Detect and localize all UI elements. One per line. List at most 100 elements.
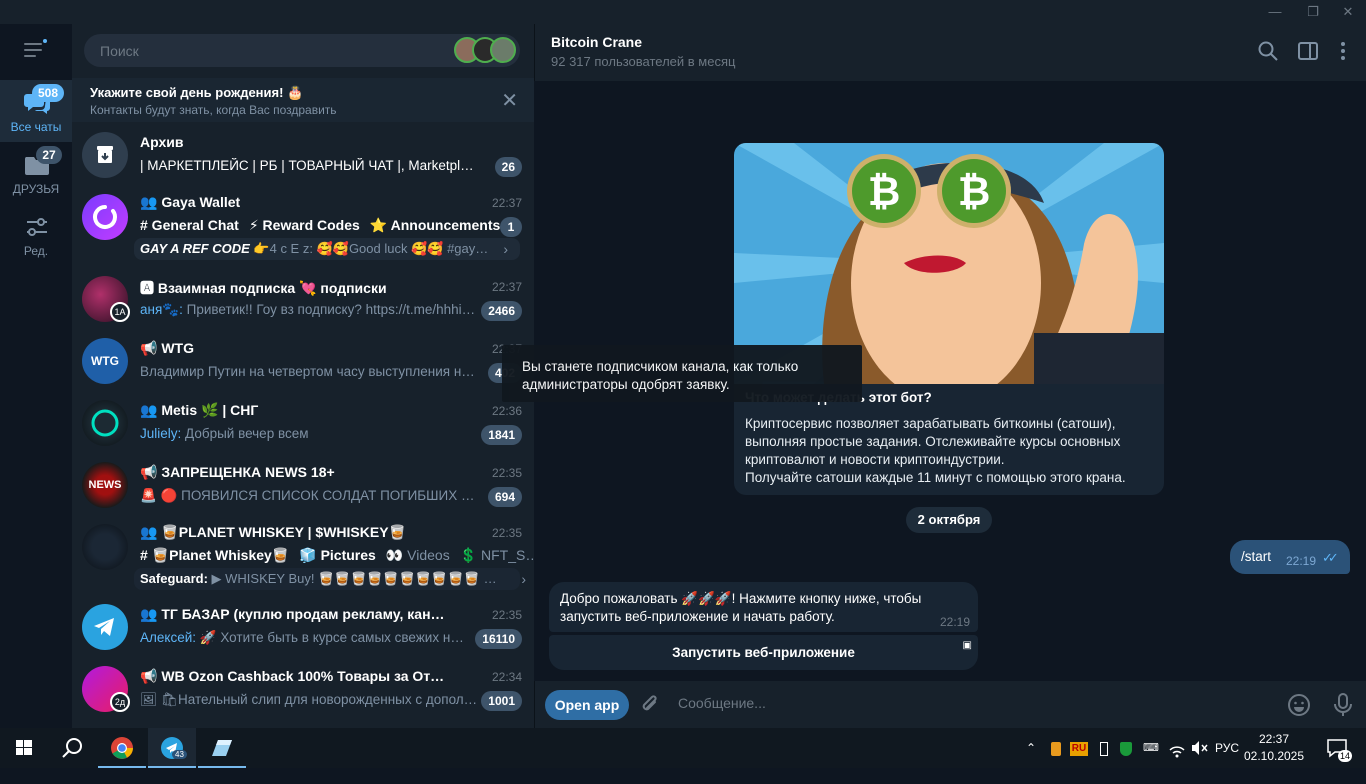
sliders-icon (27, 218, 47, 236)
folder-edit[interactable]: Ред. (0, 204, 72, 266)
chat-time: 22:35 (491, 466, 522, 480)
topic-list: # General Chat ⚡ Reward Codes ⭐ Announceme… (140, 217, 510, 234)
windows-start-icon[interactable] (0, 728, 48, 768)
folder-friends[interactable]: 27 ДРУЗЬЯ (0, 142, 72, 204)
tray-app-icon[interactable] (1046, 728, 1066, 768)
telegram-badge: 43 (172, 750, 187, 759)
folder-badge: 508 (32, 84, 65, 102)
search-icon[interactable] (1257, 40, 1279, 62)
chat-row-tg-bazar[interactable]: 👥 ТГ БАЗАР (куплю продам рекламу, канал,… (72, 596, 534, 658)
incoming-message[interactable]: Добро пожаловать 🚀🚀🚀! Нажмите кнопку ниж… (549, 582, 978, 632)
unread-badge: 26 (494, 157, 522, 177)
topic-list: # 🥃Planet Whiskey🥃 🧊 Pictures 👀 Videos 💲 NF… (140, 547, 534, 564)
folder-badge: 27 (36, 146, 62, 164)
chat-preview: 👉4 c E z: 🥰🥰Good luck 🥰🥰 #gay… (253, 241, 489, 256)
topic: ⚡ Reward Codes (248, 217, 360, 233)
bot-card-description: Криптосервис позволяет зарабатывать битк… (745, 416, 1126, 485)
notifications-icon[interactable]: 14 (1318, 728, 1358, 768)
paperclip-icon[interactable] (639, 693, 661, 717)
chat-list: Поиск Укажите свой день рождения! 🎂 Конт… (72, 24, 534, 728)
outgoing-message[interactable]: /start 22:19 ✓✓ (1230, 540, 1350, 574)
chat-row-metis[interactable]: 👥 Metis 🌿 | СНГ 22:36 Juliely: Добрый ве… (72, 392, 534, 454)
chat-name: 👥 Gaya Wallet (140, 194, 241, 210)
chat-preview-line: Алексей: 🚀 Хотите быть в курсе самых све… (140, 630, 470, 646)
chat-row-archive[interactable]: Архив | МАРКЕТПЛЕЙС | РБ | ТОВАРНЫЙ ЧАТ … (72, 124, 534, 186)
chat-time: 22:35 (491, 526, 522, 540)
sender-name: Алексей: (140, 630, 196, 645)
microphone-icon[interactable] (1332, 692, 1354, 718)
chat-time: 22:37 (491, 280, 522, 294)
unread-badge: 16110 (475, 629, 522, 649)
search-bar[interactable]: Поиск (84, 34, 520, 67)
sidebar-toggle-icon[interactable] (1297, 40, 1319, 62)
chat-row-wtg[interactable]: WTG 📢 WTG 22:37 Владимир Путин на четвер… (72, 330, 534, 392)
unread-badge: 694 (487, 487, 522, 507)
clock-time: 22:37 (1258, 732, 1290, 746)
chat-row-wb-ozon[interactable]: 2д 📢 WB Ozon Cashback 100% Товары за Отз… (72, 658, 534, 720)
forum-badge-icon: 2д (110, 692, 130, 712)
more-vertical-icon[interactable] (1332, 40, 1354, 62)
compose-bar: Open app (534, 681, 1366, 728)
birthday-subtitle: Контакты будут знать, когда Вас поздрави… (90, 103, 337, 117)
close-icon[interactable]: ✕ (501, 88, 518, 113)
chrome-icon[interactable] (98, 728, 146, 768)
volume-muted-icon[interactable] (1188, 728, 1210, 768)
chevron-up-icon[interactable]: ⌃ (1020, 728, 1042, 768)
chat-time: 22:37 (491, 196, 522, 210)
chat-avatar (82, 400, 128, 446)
close-button[interactable]: ✕ (1325, 0, 1366, 24)
chat-header[interactable]: Bitcoin Crane 92 317 пользователей в мес… (534, 24, 1366, 81)
preview-bold: GAY A REF CODE (140, 241, 250, 256)
stories-avatars[interactable] (454, 37, 516, 63)
button-label: Запустить веб-приложение (672, 645, 855, 660)
search-icon[interactable] (48, 728, 96, 768)
story-avatar[interactable] (490, 37, 516, 63)
chat-preview: 🚨 🔴 ПОЯВИЛСЯ СПИСОК СОЛДАТ ПОГИБШИХ В СП… (140, 488, 480, 503)
chat-row-mutual-sub[interactable]: 1A 🅰 Взаимная подписка 💘 подписки 22:37 … (72, 268, 534, 330)
shield-icon[interactable] (1116, 728, 1136, 768)
chat-name: 📢 WB Ozon Cashback 100% Товары за Отзыв … (140, 668, 450, 684)
chat-preview: Владимир Путин на четвертом часу выступл… (140, 364, 480, 379)
folder-all-chats[interactable]: 508 Все чаты (0, 80, 72, 142)
folder-label: Все чаты (10, 120, 62, 134)
message-input[interactable] (678, 695, 1278, 711)
telegram-taskbar-icon[interactable]: 43 (148, 728, 196, 768)
chat-row-planet-whiskey[interactable]: 👥 🥃PLANET WHISKEY | $WHISKEY🥃 22:35 # 🥃P… (72, 516, 534, 596)
archive-icon (82, 132, 128, 178)
chat-row-zapreshenka[interactable]: NEWS 📢 ЗАПРЕЩЕНКА NEWS 18+ 22:35 🚨 🔴 ПОЯ… (72, 454, 534, 516)
chat-title: Bitcoin Crane (551, 34, 643, 50)
wifi-icon[interactable] (1166, 728, 1188, 768)
message-text: /start (1241, 549, 1272, 564)
launch-webapp-button[interactable]: Запустить веб-приложение ▣ (549, 635, 978, 670)
topic-preview[interactable]: GAY A REF CODE 👉4 c E z: 🥰🥰Good luck 🥰🥰 … (134, 238, 520, 260)
windows-taskbar: 43 ⌃ RU ⌨ РУС 22:37 02.10.2025 14 (0, 728, 1366, 768)
topic: # General Chat (140, 217, 239, 233)
telegram-window: — ❐ ✕ 508 Все чаты 27 ДРУЗЬЯ Ред. Поиск (0, 0, 1366, 728)
input-language[interactable]: РУС (1212, 728, 1242, 768)
chat-time: 22:34 (491, 670, 522, 684)
svg-text:₿: ₿ (958, 170, 991, 214)
message-time: 22:19 (939, 615, 970, 629)
chevron-right-icon: › (521, 571, 526, 587)
birthday-banner[interactable]: Укажите свой день рождения! 🎂 Контакты б… (72, 78, 534, 122)
chat-row-gaya-wallet[interactable]: 👥 Gaya Wallet 22:37 # General Chat ⚡ Rewa… (72, 186, 534, 266)
chat-avatar: NEWS (82, 462, 128, 508)
emoji-icon[interactable] (1287, 693, 1311, 717)
keyboard-icon[interactable]: ⌨ (1140, 728, 1162, 768)
system-clock[interactable]: 22:37 02.10.2025 (1240, 731, 1308, 765)
language-tray-icon[interactable]: RU (1068, 728, 1090, 768)
topic-preview[interactable]: Safeguard: ▶ WHISKEY Buy! 🥃🥃🥃🥃🥃🥃🥃🥃🥃🥃 … (134, 568, 520, 590)
open-app-button[interactable]: Open app (545, 690, 629, 720)
title-bar: — ❐ ✕ (0, 0, 1366, 24)
topic: # 🥃Planet Whiskey🥃 (140, 547, 290, 563)
birthday-title: Укажите свой день рождения! 🎂 (90, 85, 304, 100)
unread-badge: 1001 (481, 691, 522, 711)
app-icon[interactable] (198, 728, 246, 768)
hamburger-menu-icon[interactable] (24, 39, 47, 59)
preview-bold: Safeguard: (140, 571, 208, 586)
search-input[interactable]: Поиск (100, 43, 139, 59)
sender-name: Juliely: (140, 426, 182, 441)
usb-icon[interactable] (1094, 728, 1114, 768)
webapp-icon: ▣ (962, 640, 972, 651)
sender-name: аня🐾: (140, 302, 183, 317)
